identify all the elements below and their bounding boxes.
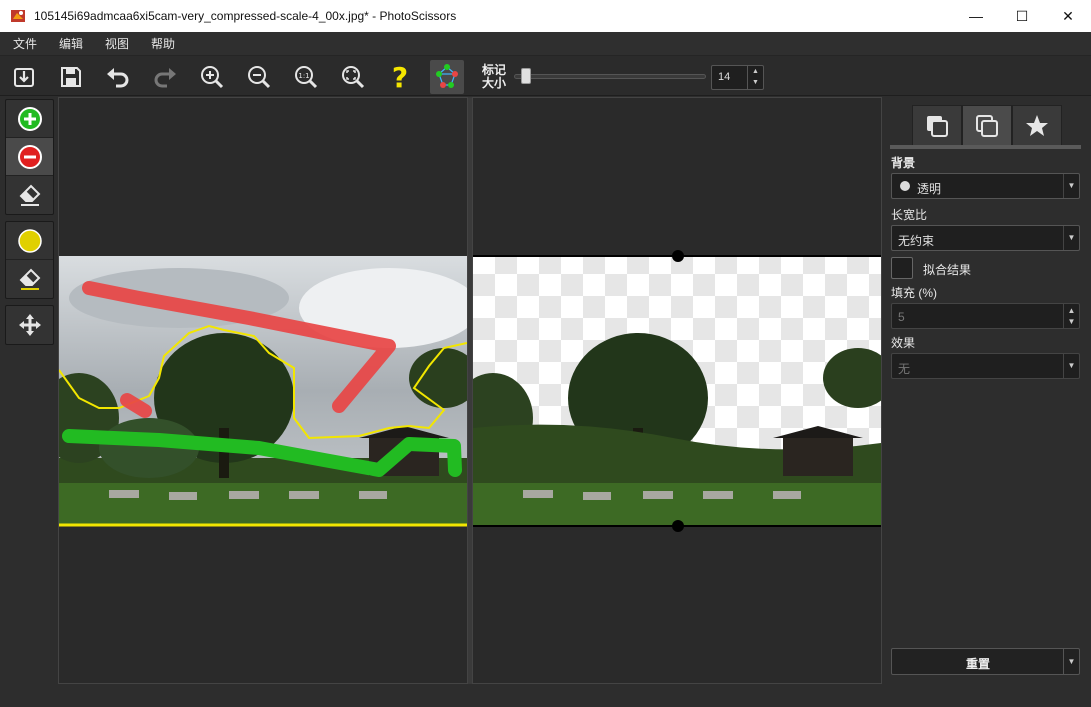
show-mask-points-button[interactable] xyxy=(430,60,464,94)
remove-background-icon xyxy=(17,144,42,169)
marker-size-label: 标记大小 xyxy=(482,63,507,90)
result-canvas[interactable] xyxy=(472,97,882,684)
edge-tools-group xyxy=(5,221,54,299)
menu-bar: 文件 编辑 视图 帮助 xyxy=(0,32,1091,55)
marker-size-spinbox[interactable]: 14 ▲ ▼ xyxy=(711,65,764,90)
marker-size-value: 14 xyxy=(718,71,731,83)
zoom-in-icon xyxy=(201,66,224,89)
open-icon xyxy=(14,68,34,87)
effects-tab-icon xyxy=(1026,115,1048,136)
effect-select-value: 无 xyxy=(898,362,911,376)
crop-bottom-handle[interactable] xyxy=(672,520,684,532)
zoom-in-button[interactable] xyxy=(195,60,229,94)
background-marker-tool[interactable] xyxy=(6,138,53,176)
aspect-select[interactable]: 无约束 ▼ xyxy=(891,225,1080,251)
maximize-button[interactable]: ☐ xyxy=(999,0,1045,32)
fit-result-label: 拟合结果 xyxy=(923,263,972,277)
move-tool-group xyxy=(5,305,54,345)
padding-spin-arrows[interactable]: ▲ ▼ xyxy=(1063,304,1079,328)
move-tool[interactable] xyxy=(6,306,53,344)
spin-down-icon[interactable]: ▼ xyxy=(748,77,763,88)
title-bar: 105145i69admcaa6xi5cam-very_compressed-s… xyxy=(0,0,1091,32)
save-icon xyxy=(61,67,81,87)
fit-icon xyxy=(342,66,365,89)
zoom-1-1-icon: 1:1 xyxy=(295,66,318,89)
transparent-swatch-icon xyxy=(900,181,910,191)
tab-underline xyxy=(890,145,1081,149)
background-select[interactable]: 透明 ▼ xyxy=(891,173,1080,199)
eraser-icon xyxy=(19,184,40,206)
help-icon: ? xyxy=(392,63,408,91)
photoscissors-window: 105145i69admcaa6xi5cam-very_compressed-s… xyxy=(0,0,1091,707)
tool-palette xyxy=(5,99,54,346)
undo-button[interactable] xyxy=(101,60,135,94)
edge-marker-tool[interactable] xyxy=(6,222,53,260)
zoom-out-button[interactable] xyxy=(242,60,276,94)
mask-points-icon xyxy=(436,64,458,88)
foreground-marker-tool[interactable] xyxy=(6,100,53,138)
tab-foreground[interactable] xyxy=(962,105,1012,147)
effect-label: 效果 xyxy=(891,336,916,350)
save-button[interactable] xyxy=(54,60,88,94)
add-foreground-icon xyxy=(17,106,42,131)
redo-button[interactable] xyxy=(148,60,182,94)
source-canvas[interactable] xyxy=(58,97,468,684)
chevron-down-icon[interactable]: ▼ xyxy=(1063,649,1079,674)
zoom-1-1-text: 1:1 xyxy=(298,72,309,80)
move-icon xyxy=(18,314,41,336)
help-mark: ? xyxy=(392,63,408,91)
slider-track xyxy=(514,74,706,79)
spin-arrows[interactable]: ▲ ▼ xyxy=(747,66,763,89)
zoom-actual-button[interactable]: 1:1 xyxy=(289,60,323,94)
zoom-out-icon xyxy=(248,66,271,89)
background-select-value: 透明 xyxy=(917,182,942,196)
minimize-button[interactable]: — xyxy=(953,0,999,32)
background-label: 背景 xyxy=(891,156,916,170)
close-button[interactable]: ✕ xyxy=(1045,0,1091,32)
menu-file[interactable]: 文件 xyxy=(6,35,44,52)
eraser-tool[interactable] xyxy=(6,176,53,214)
slider-thumb[interactable] xyxy=(521,68,532,84)
app-logo-icon xyxy=(10,8,26,24)
chevron-down-icon[interactable]: ▼ xyxy=(1063,174,1079,198)
edge-marker-icon xyxy=(17,228,42,253)
help-button[interactable]: ? xyxy=(383,60,417,94)
edge-eraser-icon xyxy=(19,268,40,290)
padding-spinbox[interactable]: 5 ▲ ▼ xyxy=(891,303,1080,329)
padding-label: 填充 (%) xyxy=(891,286,937,300)
effect-select[interactable]: 无 ▼ xyxy=(891,353,1080,379)
chevron-down-icon[interactable]: ▼ xyxy=(1063,354,1079,378)
aspect-select-value: 无约束 xyxy=(898,234,935,248)
menu-help[interactable]: 帮助 xyxy=(144,35,182,52)
panel-tabs xyxy=(912,105,1062,147)
edge-eraser-tool[interactable] xyxy=(6,260,53,298)
menu-edit[interactable]: 编辑 xyxy=(52,35,90,52)
aspect-label: 长宽比 xyxy=(891,208,928,222)
fit-result-checkbox[interactable] xyxy=(891,257,913,279)
redo-icon xyxy=(154,68,176,88)
spin-up-icon[interactable]: ▲ xyxy=(748,66,763,77)
undo-icon xyxy=(107,68,129,88)
toolbar: 1:1 ? 标记大小 14 ▲ ▼ xyxy=(0,55,1091,96)
marker-size-slider[interactable] xyxy=(514,68,706,84)
background-stroke-small xyxy=(120,393,152,418)
foreground-tab-icon xyxy=(976,115,998,137)
tab-effects[interactable] xyxy=(1012,105,1062,147)
open-button[interactable] xyxy=(7,60,41,94)
menu-view[interactable]: 视图 xyxy=(98,35,136,52)
settings-panel: 背景 透明 ▼ 长宽比 无约束 ▼ 拟合结果 填充 (%) 5 ▲ ▼ 效果 无 … xyxy=(886,97,1091,707)
reset-button[interactable]: 重置 ▼ xyxy=(891,648,1080,675)
crop-top-handle[interactable] xyxy=(672,250,684,262)
tab-background[interactable] xyxy=(912,105,962,147)
window-title: 105145i69admcaa6xi5cam-very_compressed-s… xyxy=(34,9,457,23)
background-tab-icon xyxy=(927,116,948,137)
reset-label: 重置 xyxy=(965,657,990,671)
result-photo xyxy=(473,256,881,526)
padding-value: 5 xyxy=(898,310,905,324)
chevron-down-icon[interactable]: ▼ xyxy=(1063,226,1079,250)
zoom-fit-button[interactable] xyxy=(336,60,370,94)
marker-tools-group xyxy=(5,99,54,215)
